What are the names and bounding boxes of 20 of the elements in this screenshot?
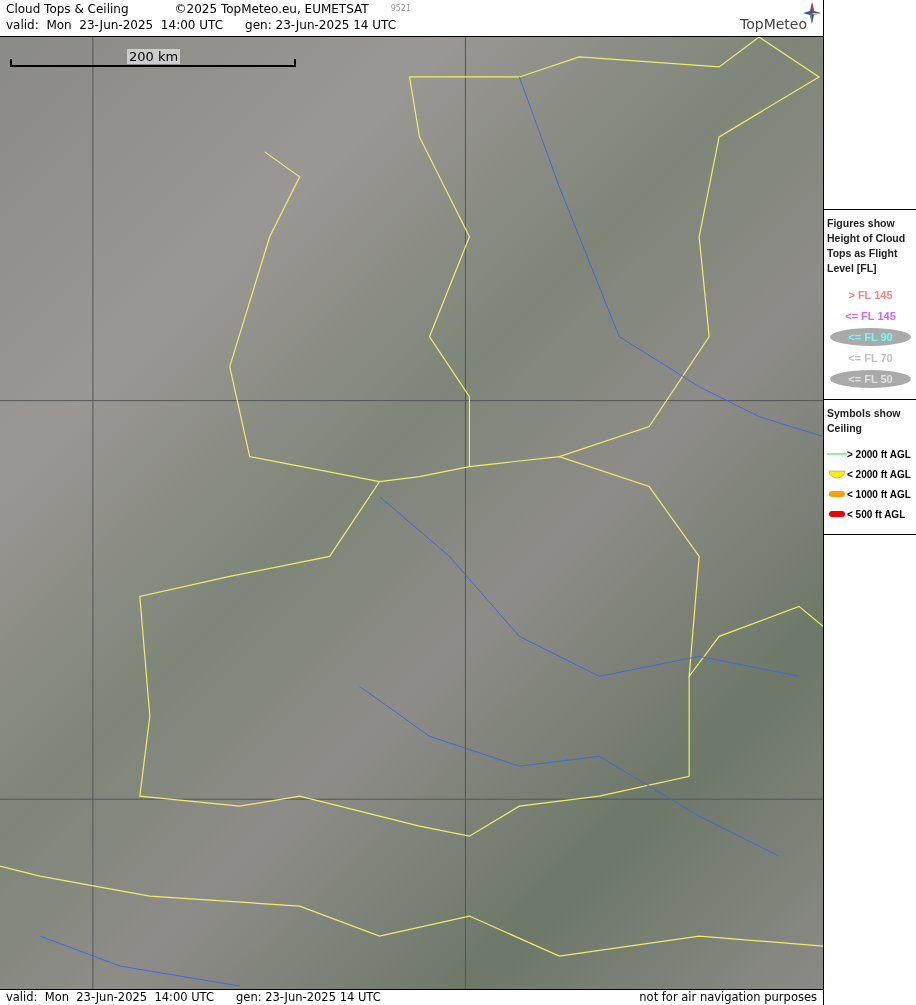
valid-time: valid: Mon 23-Jun-2025 14:00 UTC (6, 990, 214, 1005)
map-title: Cloud Tops & Ceiling (6, 1, 129, 17)
flight-level-label: <= FL 90 (848, 330, 893, 343)
disclaimer-text: not for air navigation purposes (639, 990, 817, 1005)
generated-time: gen: 23-Jun-2025 14 UTC (245, 17, 397, 33)
scale-label: 200 km (127, 49, 181, 64)
logo-text: TopMeteo (740, 16, 807, 32)
valid-time: valid: Mon 23-Jun-2025 14:00 UTC (6, 17, 224, 33)
image-code: 9521 (390, 3, 411, 15)
ceiling-label: < 500 ft AGL (847, 508, 906, 520)
legend-title: Symbols show Ceiling (827, 406, 902, 436)
ceiling-label: > 2000 ft AGL (847, 448, 911, 460)
flight-level-label: <= FL 145 (845, 309, 896, 322)
ceiling-label: < 1000 ft AGL (847, 488, 911, 500)
generated-time: gen: 23-Jun-2025 14 UTC (236, 990, 381, 1005)
copyright-text: ©2025 TopMeteo.eu, EUMETSAT (174, 1, 369, 17)
ceiling-label: < 2000 ft AGL (847, 468, 911, 480)
legend-title: Figures show Height of Cloud Tops as Flight Level [FL] (827, 216, 907, 276)
flight-level-label: > FL 145 (848, 288, 893, 301)
flight-level-label: <= FL 70 (848, 351, 893, 364)
